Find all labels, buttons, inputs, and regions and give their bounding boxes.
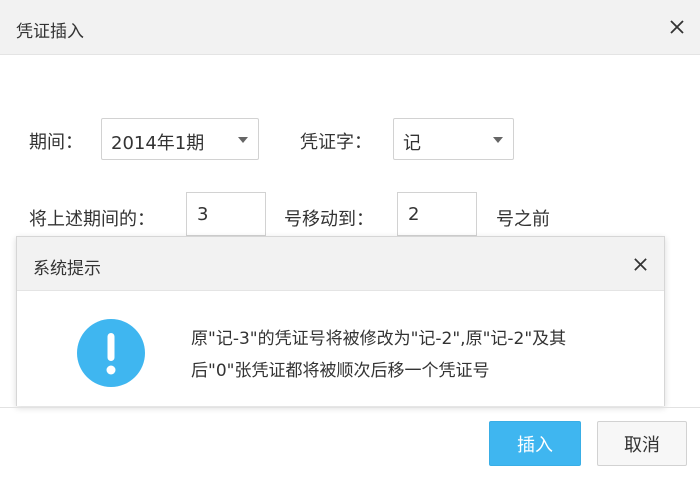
message-line-1: 原"记-3"的凭证号将被修改为"记-2",原"记-2"及其 xyxy=(191,329,567,349)
footer-divider xyxy=(0,407,700,408)
dialog-titlebar: 凭证插入 xyxy=(0,0,700,55)
voucher-word-select[interactable]: 记 xyxy=(393,118,514,160)
message-title: 系统提示 xyxy=(33,259,101,279)
move-suffix-label: 号之前 xyxy=(496,209,550,230)
message-close-button[interactable] xyxy=(628,252,652,276)
move-from-input[interactable] xyxy=(186,192,266,236)
message-line-2: 后"0"张凭证都将被顺次后移一个凭证号 xyxy=(191,361,490,381)
info-exclamation-icon xyxy=(77,319,145,387)
cancel-button[interactable]: 取消 xyxy=(597,421,687,466)
voucher-word-label: 凭证字： xyxy=(300,132,372,153)
voucher-insert-dialog: 凭证插入 期间： 2014年1期 凭证字： 记 将上述期间的： 号移动到： 号之… xyxy=(0,0,700,481)
period-select[interactable]: 2014年1期 xyxy=(101,118,259,160)
close-icon xyxy=(633,257,647,271)
dialog-title: 凭证插入 xyxy=(16,22,84,42)
voucher-word-select-value: 记 xyxy=(403,133,421,154)
period-select-value: 2014年1期 xyxy=(111,133,205,154)
insert-button[interactable]: 插入 xyxy=(489,421,581,466)
chevron-down-icon xyxy=(493,137,503,143)
system-message-box: 系统提示 原"记-3"的凭证号将被修改为"记-2",原"记-2"及其 后"0"张… xyxy=(16,236,665,406)
close-icon xyxy=(670,20,684,34)
message-text: 原"记-3"的凭证号将被修改为"记-2",原"记-2"及其 后"0"张凭证都将被… xyxy=(191,323,651,387)
message-titlebar: 系统提示 xyxy=(17,237,664,291)
period-label: 期间： xyxy=(29,132,83,153)
chevron-down-icon xyxy=(238,137,248,143)
move-middle-label: 号移动到： xyxy=(284,209,374,230)
move-to-input[interactable] xyxy=(397,192,477,236)
move-prefix-label: 将上述期间的： xyxy=(29,209,155,230)
dialog-close-button[interactable] xyxy=(664,14,690,40)
